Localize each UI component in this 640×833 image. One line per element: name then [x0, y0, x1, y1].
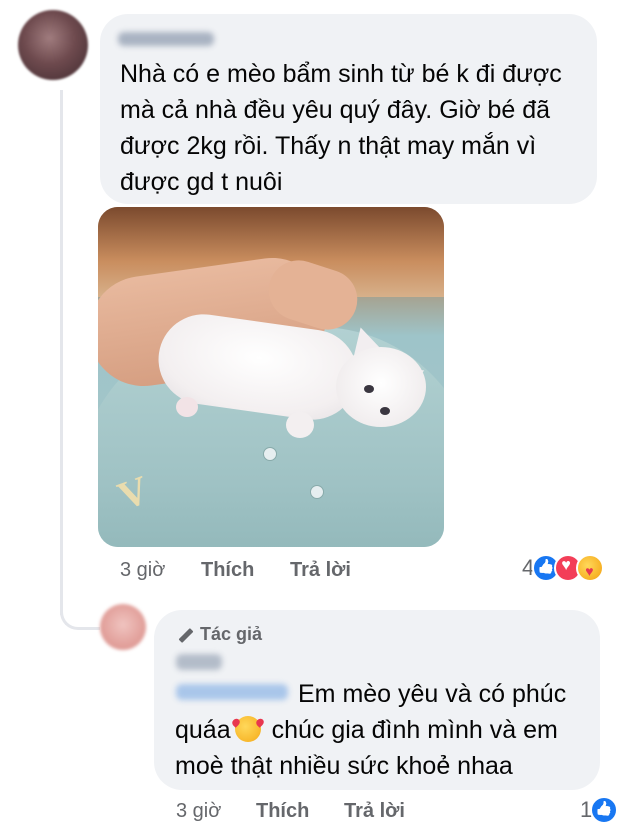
avatar[interactable]	[100, 604, 146, 650]
kitten-paw	[286, 412, 314, 438]
reaction-summary[interactable]: 1	[580, 796, 619, 824]
smiling-face-with-hearts-icon	[234, 716, 261, 742]
comment-author-name[interactable]	[118, 32, 214, 46]
reply-button[interactable]: Trả lời	[290, 559, 351, 582]
like-button[interactable]: Thích	[201, 559, 254, 582]
comment-text: Nhà có e mèo bẩm sinh từ bé k đi được mà…	[120, 60, 562, 196]
comment-photo[interactable]: V	[98, 207, 444, 547]
reply-label: Trả lời	[344, 800, 405, 822]
reply-button[interactable]: Trả lời	[344, 800, 405, 823]
like-label: Thích	[201, 559, 255, 581]
author-badge-label: Tác giả	[200, 624, 263, 644]
reply-text-line: Em mèo yêu và có phúc	[298, 680, 567, 708]
kitten-eye	[380, 407, 390, 415]
kitten-paw	[176, 397, 198, 417]
reply-time[interactable]: 3 giờ	[176, 800, 221, 823]
kitten-head	[336, 347, 426, 427]
author-badge: Tác giả	[176, 624, 262, 645]
reply-text-part: moè thật nhiều sức khoẻ nhaa	[175, 752, 513, 780]
kitten-eye	[364, 385, 374, 393]
shirt-button	[263, 447, 277, 461]
like-label: Thích	[256, 800, 310, 822]
reaction-summary[interactable]: 4	[522, 554, 605, 582]
reply-label: Trả lời	[290, 559, 351, 581]
avatar[interactable]	[18, 10, 88, 80]
thread-line	[60, 90, 63, 615]
reply-text: quáa chúc gia đình mình và em moè thật nh…	[175, 712, 595, 784]
reply-text-part: quáa	[175, 716, 231, 744]
like-icon	[590, 796, 619, 824]
shirt-button	[310, 485, 324, 499]
pen-icon	[176, 626, 194, 644]
reply-text-part: chúc gia đình mình và em	[271, 716, 558, 744]
like-button[interactable]: Thích	[256, 800, 309, 823]
reply-author-name[interactable]	[176, 654, 222, 670]
thread-connector	[60, 600, 100, 630]
comment-time[interactable]: 3 giờ	[120, 559, 165, 582]
care-icon	[576, 554, 605, 582]
mention-tag[interactable]	[176, 684, 288, 700]
